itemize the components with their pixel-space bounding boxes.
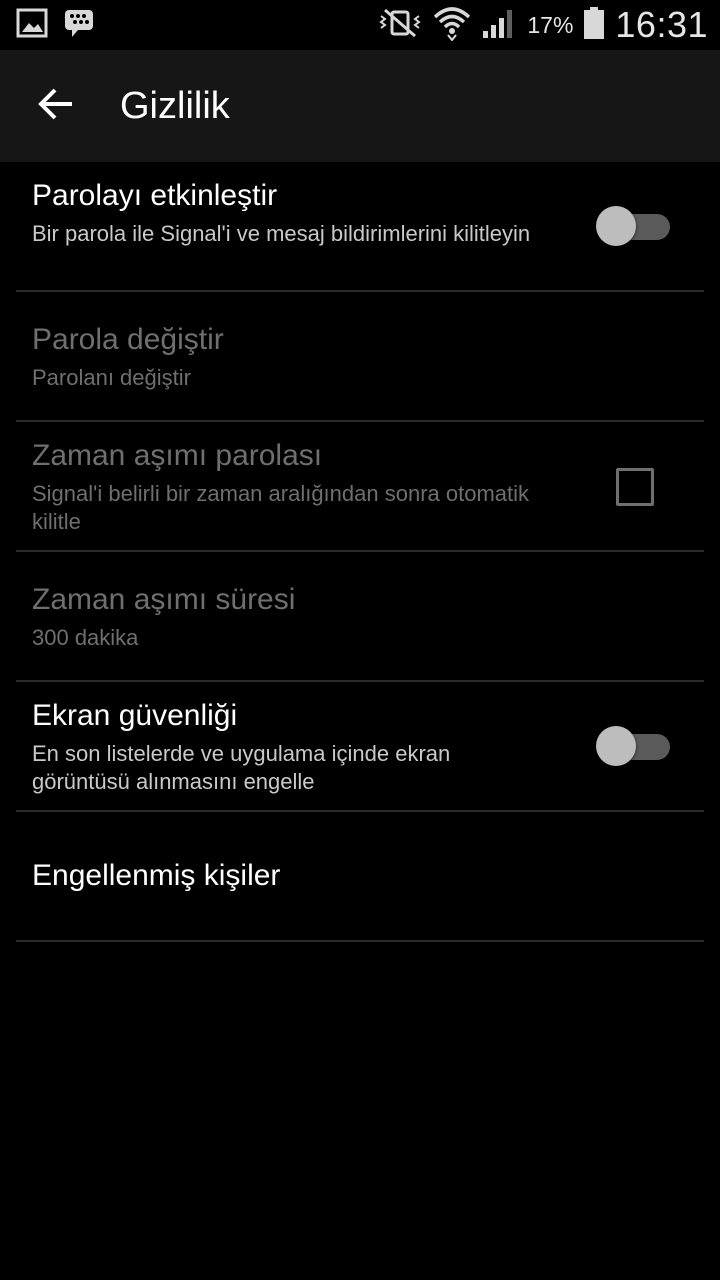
setting-summary: 300 dakika bbox=[32, 625, 139, 650]
back-button[interactable] bbox=[26, 76, 86, 136]
setting-summary: En son listelerde ve uygulama içinde ekr… bbox=[32, 741, 451, 794]
status-bar: 17% 16:31 bbox=[0, 0, 720, 50]
passphrase-switch[interactable] bbox=[596, 206, 672, 246]
setting-summary: Signal'i belirli bir zaman aralığından s… bbox=[32, 481, 530, 534]
setting-title: Engellenmiş kişiler bbox=[32, 859, 281, 892]
setting-title: Zaman aşımı parolası bbox=[32, 439, 323, 472]
setting-title: Parola değiştir bbox=[32, 323, 224, 356]
battery-percent: 17% bbox=[527, 11, 574, 38]
timeout-checkbox[interactable] bbox=[616, 468, 654, 506]
bbm-icon bbox=[64, 8, 94, 43]
vibrate-mute-icon bbox=[377, 8, 423, 43]
switch-thumb bbox=[596, 726, 636, 766]
setting-blocked-contacts[interactable]: Engellenmiş kişiler bbox=[16, 812, 704, 942]
page-title: Gizlilik bbox=[120, 84, 230, 127]
toolbar: Gizlilik bbox=[0, 50, 720, 162]
gallery-icon bbox=[16, 8, 48, 43]
wifi-icon bbox=[433, 5, 471, 46]
setting-title: Zaman aşımı süresi bbox=[32, 583, 296, 616]
signal-icon bbox=[481, 7, 517, 44]
setting-enable-passphrase[interactable]: Parolayı etkinleştir Bir parola ile Sign… bbox=[16, 162, 704, 292]
battery-icon bbox=[583, 6, 605, 45]
setting-summary: Parolanı değiştir bbox=[32, 365, 191, 390]
setting-timeout-interval[interactable]: Zaman aşımı süresi 300 dakika bbox=[16, 552, 704, 682]
setting-timeout-passphrase[interactable]: Zaman aşımı parolası Signal'i belirli bi… bbox=[16, 422, 704, 552]
switch-thumb bbox=[596, 206, 636, 246]
arrow-back-icon bbox=[38, 87, 74, 126]
screen-security-switch[interactable] bbox=[596, 726, 672, 766]
setting-title: Ekran güvenliği bbox=[32, 699, 238, 732]
setting-screen-security[interactable]: Ekran güvenliği En son listelerde ve uyg… bbox=[16, 682, 704, 812]
setting-summary: Bir parola ile Signal'i ve mesaj bildiri… bbox=[32, 221, 531, 246]
setting-title: Parolayı etkinleştir bbox=[32, 179, 278, 212]
setting-change-passphrase[interactable]: Parola değiştir Parolanı değiştir bbox=[16, 292, 704, 422]
status-time: 16:31 bbox=[615, 4, 708, 45]
